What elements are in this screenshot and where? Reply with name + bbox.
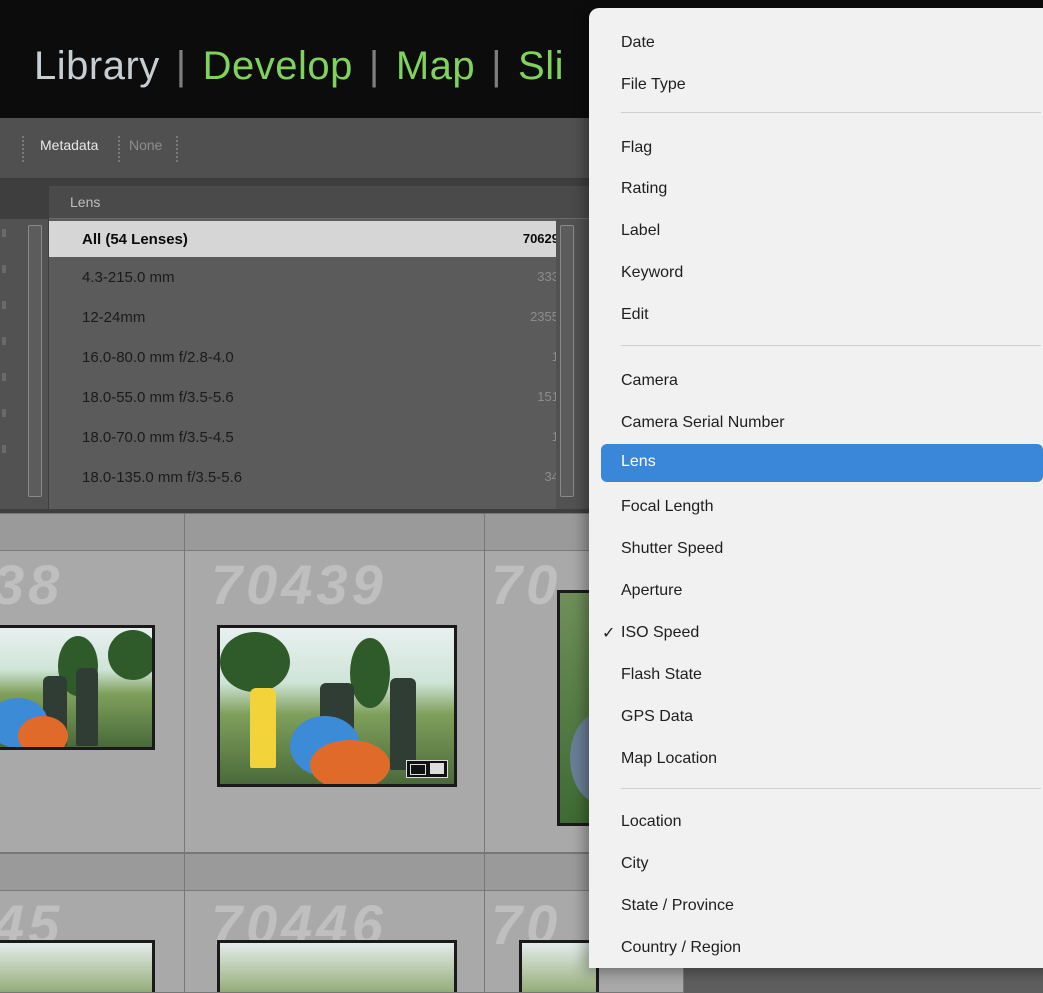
column-type-menu: Date File Type Flag Rating Label Keyword…	[589, 8, 1043, 968]
grid-cell[interactable]: 45	[0, 853, 186, 993]
menu-item-city[interactable]: City	[621, 855, 649, 873]
lens-row[interactable]: 18.0-70.0 mm f/3.5-4.5 1	[49, 419, 565, 455]
filter-divider	[176, 136, 178, 162]
menu-item-shutter-speed[interactable]: Shutter Speed	[621, 540, 723, 558]
menu-item-rating[interactable]: Rating	[621, 180, 667, 198]
checkmark-icon: ✓	[602, 625, 616, 642]
cell-header	[185, 854, 485, 891]
menu-item-keyword[interactable]: Keyword	[621, 264, 683, 282]
grid-cell[interactable]: 70446	[184, 853, 486, 993]
column-tick	[2, 337, 6, 345]
lens-name: 16.0-80.0 mm f/2.8-4.0	[82, 349, 234, 366]
menu-item-focal-length[interactable]: Focal Length	[621, 498, 714, 516]
menu-item-flag[interactable]: Flag	[621, 139, 652, 157]
column-tick	[2, 265, 6, 273]
menu-separator	[621, 345, 1041, 346]
menu-item-lens-label: Lens	[621, 453, 656, 470]
lens-row[interactable]: 16.0-80.0 mm f/2.8-4.0 1	[49, 339, 565, 375]
module-separator: |	[368, 44, 380, 88]
grid-cell[interactable]: 70439	[184, 513, 486, 853]
module-map[interactable]: Map	[396, 44, 475, 89]
filter-metadata-tab[interactable]: Metadata	[40, 137, 98, 153]
lens-column-header[interactable]: Lens	[49, 186, 594, 219]
column-tick	[2, 301, 6, 309]
column-tick	[2, 445, 6, 453]
menu-item-edit[interactable]: Edit	[621, 306, 649, 324]
lens-list: All (54 Lenses) 70629 4.3-215.0 mm 333 1…	[49, 219, 569, 509]
module-list: Library | Develop | Map | Sli	[34, 44, 564, 89]
column-tick	[2, 409, 6, 417]
lens-name: 18.0-55.0 mm f/3.5-5.6	[82, 389, 234, 406]
lens-row[interactable]: 12-24mm 2355	[49, 299, 565, 335]
menu-item-camera-serial-number[interactable]: Camera Serial Number	[621, 414, 785, 432]
module-slideshow[interactable]: Sli	[518, 44, 564, 89]
menu-item-flash-state[interactable]: Flash State	[621, 666, 702, 684]
lens-row-all[interactable]: All (54 Lenses) 70629	[49, 221, 565, 257]
menu-item-aperture[interactable]: Aperture	[621, 582, 682, 600]
previous-column	[0, 219, 48, 509]
column-tick	[2, 373, 6, 381]
module-separator: |	[175, 44, 187, 88]
photo-thumbnail[interactable]	[0, 940, 155, 992]
thumbnail-badge-icon	[406, 760, 448, 778]
photo-thumbnail[interactable]	[217, 940, 457, 992]
menu-item-lens[interactable]: Lens	[601, 444, 1043, 482]
column-scrollbar[interactable]	[28, 225, 42, 497]
cell-header	[0, 514, 185, 551]
filter-none-tab[interactable]: None	[129, 137, 162, 153]
cell-index-number: 70	[491, 553, 562, 616]
lens-count: 2355	[530, 309, 559, 324]
cell-header	[0, 854, 185, 891]
lens-column-title: Lens	[70, 194, 101, 210]
menu-item-file-type[interactable]: File Type	[621, 76, 686, 94]
lens-row[interactable]: 18.0-135.0 mm f/3.5-5.6 34	[49, 459, 565, 495]
module-library[interactable]: Library	[34, 44, 160, 89]
menu-item-iso-speed[interactable]: ISO Speed	[621, 624, 699, 642]
grid-cell[interactable]: 38	[0, 513, 186, 853]
photo-thumbnail[interactable]	[519, 940, 599, 992]
module-separator: |	[491, 44, 503, 88]
photo-thumbnail[interactable]	[0, 625, 155, 750]
menu-item-location[interactable]: Location	[621, 813, 682, 831]
menu-item-map-location[interactable]: Map Location	[621, 750, 717, 768]
menu-item-country-region[interactable]: Country / Region	[621, 939, 741, 957]
menu-item-state-province[interactable]: State / Province	[621, 897, 734, 915]
cell-index-number: 70439	[211, 553, 387, 616]
lens-name: 4.3-215.0 mm	[82, 269, 175, 286]
menu-item-camera[interactable]: Camera	[621, 372, 678, 390]
lens-name: All (54 Lenses)	[82, 231, 188, 248]
menu-separator	[621, 788, 1041, 789]
cell-header	[185, 514, 485, 551]
lens-name: 18.0-135.0 mm f/3.5-5.6	[82, 469, 243, 486]
filter-divider	[22, 136, 24, 162]
lens-row[interactable]: 18.0-55.0 mm f/3.5-5.6 151	[49, 379, 565, 415]
menu-item-gps-data[interactable]: GPS Data	[621, 708, 693, 726]
column-scrollbar[interactable]	[560, 225, 574, 497]
lens-row[interactable]: 4.3-215.0 mm 333	[49, 259, 565, 295]
menu-separator	[621, 112, 1041, 113]
cell-index-number: 38	[0, 553, 64, 616]
lens-name: 18.0-70.0 mm f/3.5-4.5	[82, 429, 234, 446]
lens-count: 70629	[522, 231, 559, 246]
menu-item-date[interactable]: Date	[621, 34, 655, 52]
photo-thumbnail[interactable]	[217, 625, 457, 787]
filter-divider	[118, 136, 120, 162]
lens-name: 12-24mm	[82, 309, 146, 326]
menu-item-label[interactable]: Label	[621, 222, 660, 240]
column-tick	[2, 229, 6, 237]
module-develop[interactable]: Develop	[203, 44, 353, 89]
